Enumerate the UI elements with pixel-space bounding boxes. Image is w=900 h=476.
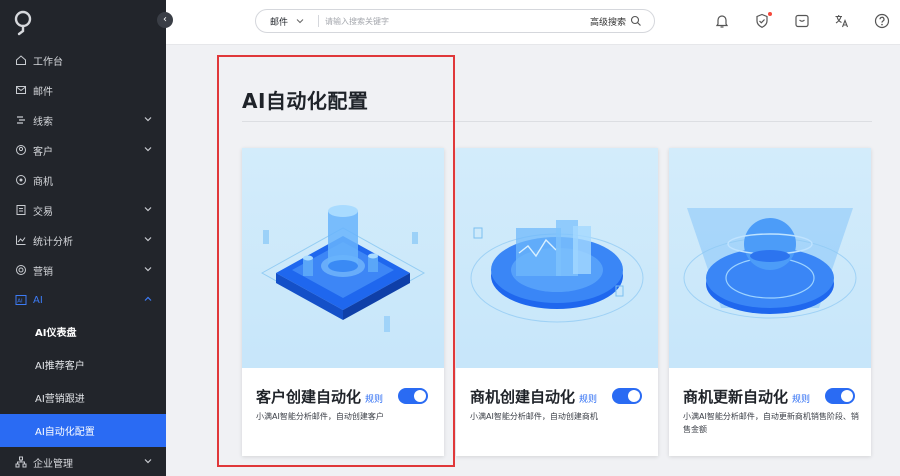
- sidebar-item-label: 交易: [33, 206, 53, 218]
- card-title-row: 商机更新自动化 规则: [683, 386, 810, 407]
- page-title: AI自动化配置: [242, 89, 369, 113]
- opportunity-create-illustration: [456, 148, 658, 368]
- chevron-down-icon[interactable]: [144, 265, 152, 273]
- sidebar-item-label: 企业管理: [33, 458, 73, 470]
- shield-check-icon[interactable]: [753, 12, 772, 30]
- card-title: 商机更新自动化: [683, 388, 789, 406]
- sidebar-item-marketing[interactable]: 营销: [0, 255, 166, 285]
- top-bar: 邮件 高级搜索: [166, 0, 900, 45]
- rule-link[interactable]: 规则: [792, 392, 810, 405]
- inbox-icon[interactable]: [793, 12, 811, 30]
- sidebar-item-label: 商机: [33, 176, 53, 188]
- sidebar-item-clues[interactable]: 线索: [0, 105, 166, 135]
- sidebar-item-ai[interactable]: AI AI: [0, 285, 166, 315]
- sidebar-subitem-ai-dashboard[interactable]: AI仪表盘: [0, 315, 166, 348]
- clue-icon: [15, 114, 27, 126]
- chevron-down-icon[interactable]: [144, 205, 152, 213]
- search-icon[interactable]: [630, 15, 642, 27]
- home-icon: [15, 54, 27, 66]
- sidebar-item-enterprise[interactable]: 企业管理: [0, 447, 166, 476]
- card-title: 客户创建自动化: [256, 388, 362, 406]
- app-logo-icon[interactable]: [10, 8, 36, 36]
- chevron-down-icon[interactable]: [144, 457, 152, 465]
- search-input[interactable]: [319, 16, 590, 26]
- sidebar-item-label: AI: [33, 294, 43, 306]
- sidebar-item-customers[interactable]: 客户: [0, 135, 166, 165]
- card-description: 小满AI智能分析邮件，自动创建客户: [256, 412, 384, 421]
- sidebar-nav: 工作台 邮件 线索 客户 商机 交易 统计分析 营销 AI AI AI仪表盘 A…: [0, 45, 166, 476]
- org-icon: [15, 456, 27, 468]
- card-title-row: 商机创建自动化 规则: [470, 386, 597, 407]
- automation-card-opportunity-update: 商机更新自动化 规则 小满AI智能分析邮件，自动更新商机销售阶段、销售金额: [669, 148, 871, 456]
- marketing-icon: [15, 264, 27, 276]
- customer-create-toggle[interactable]: [398, 388, 428, 404]
- mail-icon: [15, 84, 27, 96]
- bell-icon[interactable]: [713, 12, 731, 30]
- opportunity-create-toggle[interactable]: [612, 388, 642, 404]
- sidebar-item-analytics[interactable]: 统计分析: [0, 225, 166, 255]
- sidebar-item-label: 工作台: [33, 56, 63, 68]
- sidebar-subitem-ai-automation[interactable]: AI自动化配置: [0, 414, 166, 447]
- sidebar-subitem-ai-recommend[interactable]: AI推荐客户: [0, 348, 166, 381]
- card-title-row: 客户创建自动化 规则: [256, 386, 383, 407]
- svg-text:AI: AI: [17, 299, 23, 305]
- automation-card-customer-create: 客户创建自动化 规则 小满AI智能分析邮件，自动创建客户: [242, 148, 444, 456]
- chevron-down-icon: [296, 19, 304, 24]
- sidebar: 工作台 邮件 线索 客户 商机 交易 统计分析 营销 AI AI AI仪表盘 A…: [0, 0, 166, 476]
- customer-icon: [15, 144, 27, 156]
- sidebar-item-label: 邮件: [33, 86, 53, 98]
- chart-icon: [15, 234, 27, 246]
- opportunity-icon: [15, 174, 27, 186]
- help-icon[interactable]: [873, 12, 891, 30]
- main-content: AI自动化配置 客户创建自动化 规则 小满AI智能分析邮件，自动创建客户 商机创…: [166, 45, 900, 476]
- opportunity-update-toggle[interactable]: [825, 388, 855, 404]
- chevron-down-icon[interactable]: [144, 145, 152, 153]
- sidebar-item-opportunities[interactable]: 商机: [0, 165, 166, 195]
- customer-automation-illustration: [242, 148, 444, 368]
- search-scope-label: 邮件: [270, 17, 289, 28]
- notification-dot: [768, 12, 772, 16]
- card-description: 小满AI智能分析邮件，自动更新商机销售阶段、销售金额: [683, 412, 859, 434]
- chevron-left-icon[interactable]: ‹: [157, 12, 173, 28]
- sidebar-item-label: 客户: [33, 146, 53, 158]
- sidebar-subitem-ai-marketing[interactable]: AI营销跟进: [0, 381, 166, 414]
- global-search: 邮件 高级搜索: [255, 9, 655, 33]
- deal-icon: [15, 204, 27, 216]
- sidebar-item-label: 线索: [33, 116, 53, 128]
- chevron-up-icon[interactable]: [144, 295, 152, 303]
- opportunity-update-illustration: [669, 148, 871, 368]
- automation-card-opportunity-create: 商机创建自动化 规则 小满AI智能分析邮件，自动创建商机: [456, 148, 658, 456]
- advanced-search-link[interactable]: 高级搜索: [590, 15, 630, 28]
- sidebar-item-label: 统计分析: [33, 236, 73, 248]
- card-description: 小满AI智能分析邮件，自动创建商机: [470, 412, 598, 421]
- title-divider: [242, 121, 872, 122]
- search-scope-select[interactable]: 邮件: [256, 15, 318, 28]
- sidebar-item-label: 营销: [33, 266, 53, 278]
- ai-icon: AI: [15, 294, 27, 306]
- chevron-down-icon[interactable]: [144, 235, 152, 243]
- sidebar-item-workbench[interactable]: 工作台: [0, 45, 166, 75]
- rule-link[interactable]: 规则: [365, 392, 383, 405]
- sidebar-item-mail[interactable]: 邮件: [0, 75, 166, 105]
- rule-link[interactable]: 规则: [579, 392, 597, 405]
- translate-icon[interactable]: [833, 12, 851, 30]
- sidebar-item-deals[interactable]: 交易: [0, 195, 166, 225]
- card-title: 商机创建自动化: [470, 388, 576, 406]
- chevron-down-icon[interactable]: [144, 115, 152, 123]
